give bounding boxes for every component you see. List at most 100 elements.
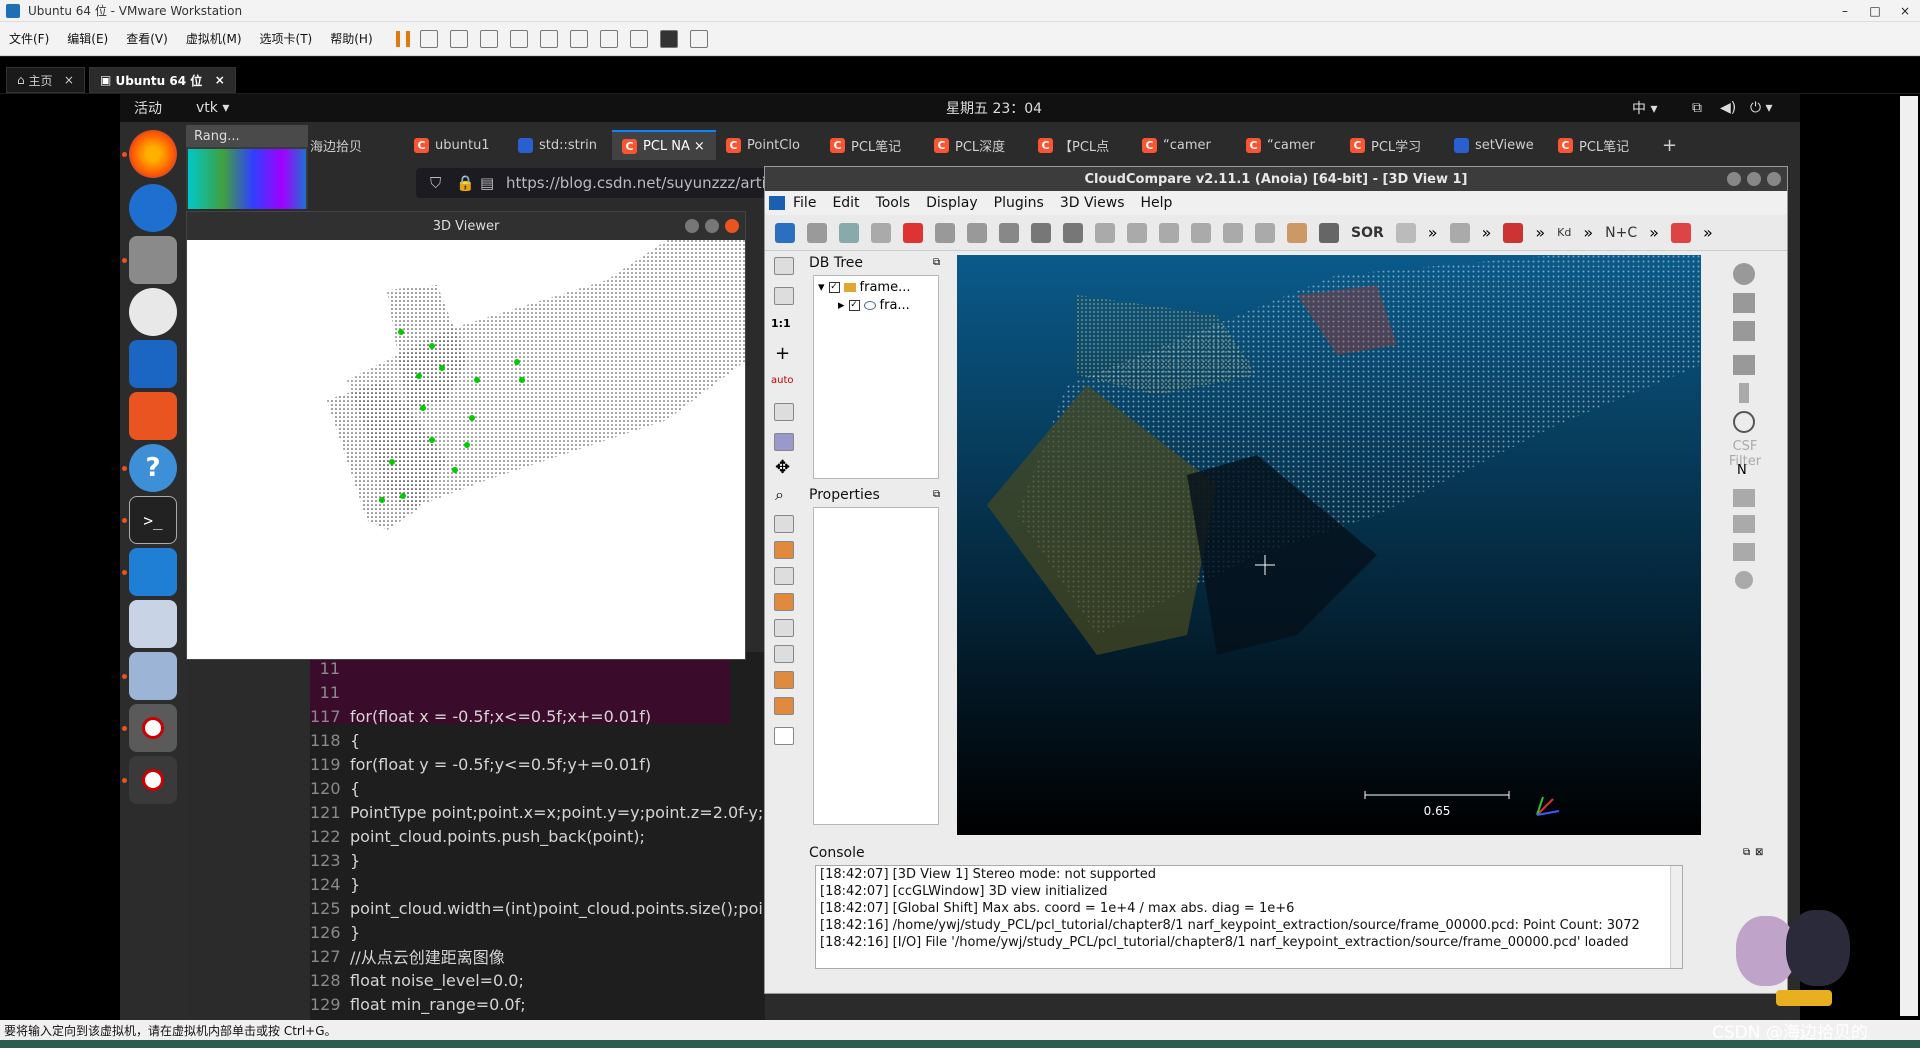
view-front-icon[interactable] — [774, 541, 794, 559]
hpr-plugin-icon[interactable] — [1733, 489, 1755, 507]
new-tab-button[interactable]: + — [1652, 130, 1692, 160]
sf-icon[interactable] — [1670, 222, 1691, 243]
plugin-icon[interactable] — [1733, 293, 1755, 313]
code-line[interactable]: 120 { — [310, 776, 360, 800]
rotate-icon[interactable] — [774, 403, 794, 421]
visibility-checkbox[interactable]: ✓ — [828, 282, 840, 293]
poisson-icon[interactable] — [1735, 571, 1753, 589]
browser-tab[interactable]: C 【PCL点 — [1028, 130, 1132, 160]
db-tree-item[interactable]: ▸ ✓ fra... — [838, 298, 910, 313]
view-left-icon[interactable] — [774, 567, 794, 585]
browser-tab[interactable]: C PCL学习 — [1340, 130, 1444, 160]
code-line[interactable]: 118 { — [310, 728, 360, 752]
zoom-1to1-icon[interactable]: 1:1 — [771, 317, 791, 330]
cc-menu-help[interactable]: Help — [1132, 195, 1180, 211]
help-icon[interactable]: ? — [129, 444, 177, 492]
measure-icon[interactable] — [1395, 222, 1416, 243]
software-center-icon[interactable] — [129, 392, 177, 440]
code-line[interactable]: 128 float noise_level=0.0; — [310, 968, 524, 992]
volume-icon[interactable]: ◀) — [1720, 100, 1736, 116]
point-cloud-canvas[interactable] — [187, 240, 745, 659]
clock[interactable]: 星期五 23：04 — [946, 98, 1042, 118]
code-line[interactable]: 117 for(float x = -0.5f;x<=0.5f;x+=0.01f) — [310, 704, 651, 728]
browser-tab[interactable]: std::strin — [508, 130, 612, 160]
menu-tabs[interactable]: 选项卡(T) — [251, 30, 322, 47]
north-icon[interactable]: N — [1737, 463, 1747, 478]
view-bottom-icon[interactable] — [774, 619, 794, 637]
db-tree-panel[interactable]: ▾ ✓ frame... ▸ ✓ fra... — [813, 275, 939, 479]
stereo-icon[interactable] — [774, 727, 794, 745]
browser-tab[interactable]: C PCL笔记 — [820, 130, 924, 160]
align-icon[interactable] — [967, 222, 987, 243]
files-icon[interactable] — [129, 236, 177, 284]
send-keys-icon[interactable] — [419, 29, 438, 48]
iso-front-icon[interactable] — [774, 671, 794, 689]
shield-icon[interactable]: ⛉ — [430, 174, 441, 192]
browser-tab[interactable]: C “camer — [1132, 130, 1236, 160]
zoom-icon[interactable]: ⌕ — [775, 485, 784, 505]
db-tree-item[interactable]: ▾ ✓ frame... — [818, 280, 910, 295]
close-icon[interactable] — [725, 219, 739, 233]
vtk-window-icon[interactable] — [129, 704, 177, 752]
maximize-icon[interactable] — [705, 219, 719, 233]
browser-tab[interactable]: setViewe — [1444, 130, 1548, 160]
fullscreen-icon[interactable] — [599, 29, 618, 48]
kd-icon[interactable]: Kd — [1557, 226, 1571, 239]
tab-home[interactable]: ⌂ 主页 × — [6, 67, 85, 93]
menu-file[interactable]: 文件(F) — [0, 30, 58, 47]
cc-menu-display[interactable]: Display — [918, 195, 986, 211]
cc-menu-plugins[interactable]: Plugins — [986, 195, 1052, 211]
delete-icon[interactable] — [999, 222, 1019, 243]
pivot-icon[interactable]: + — [775, 343, 790, 364]
browser-tab[interactable]: C PointClo — [716, 130, 820, 160]
sor-icon[interactable]: SOR — [1351, 225, 1384, 241]
expand-icon[interactable]: ▸ — [838, 298, 845, 313]
segment-icon[interactable] — [935, 222, 955, 243]
more-icon[interactable]: » — [1535, 223, 1545, 242]
code-line[interactable]: 122 point_cloud.points.push_back(point); — [310, 824, 645, 848]
menu-help[interactable]: 帮助(H) — [321, 30, 381, 47]
camera-icon[interactable] — [774, 287, 794, 305]
libreoffice-writer-icon[interactable] — [129, 340, 177, 388]
panel-float-icon[interactable]: ⧉ — [1743, 847, 1750, 858]
plugin-icon[interactable] — [1739, 383, 1749, 403]
code-line[interactable]: 121 PointType point;point.x=x;point.y=y;p… — [310, 800, 763, 824]
page-info-icon[interactable]: ▤ — [480, 174, 494, 192]
compass-icon[interactable] — [1733, 411, 1755, 433]
console-scrollbar[interactable] — [1670, 866, 1682, 968]
normals-icon[interactable] — [1031, 222, 1051, 243]
code-line[interactable]: 127 //从点云创建距离图像 — [310, 944, 505, 968]
expand-icon[interactable]: ▾ — [818, 280, 825, 295]
minimize-icon[interactable] — [685, 219, 699, 233]
browser-tab[interactable]: C “camer — [1236, 130, 1340, 160]
rhythmbox-icon[interactable] — [129, 288, 177, 336]
url-bar[interactable]: ⛉ 🔒 ▤ https://blog.csdn.net/suyunzzz/art… — [416, 168, 776, 198]
pcv-icon[interactable] — [1733, 543, 1755, 561]
minimize-icon[interactable] — [1727, 172, 1741, 186]
menu-vm[interactable]: 虚拟机(M) — [177, 30, 251, 47]
maximize-button[interactable]: □ — [1860, 4, 1890, 18]
checker-icon[interactable] — [1319, 222, 1339, 243]
plugin-icon[interactable] — [1733, 263, 1755, 285]
cc-label-icon[interactable] — [1255, 222, 1275, 243]
plugin-icon[interactable] — [1733, 321, 1755, 341]
compare-icon[interactable] — [1223, 222, 1243, 243]
vtk-window-2-icon[interactable] — [129, 756, 177, 804]
browser-tab[interactable]: C PCL笔记 — [1548, 130, 1652, 160]
app-menu[interactable]: vtk ▾ — [196, 100, 229, 116]
vscode-icon[interactable] — [129, 548, 177, 596]
library-icon[interactable] — [539, 29, 558, 48]
terminal-icon[interactable]: >_ — [129, 496, 177, 544]
revert-snapshot-icon[interactable] — [479, 29, 498, 48]
ccviewer-icon[interactable] — [129, 652, 177, 700]
cc-menu-tools[interactable]: Tools — [868, 195, 919, 211]
more-icon[interactable]: » — [1428, 223, 1438, 242]
list-icon[interactable] — [871, 222, 891, 243]
plugin-icon[interactable] — [1733, 355, 1755, 375]
cloudcompare-window[interactable]: CloudCompare v2.11.1 (Anoia) [64-bit] - … — [764, 166, 1788, 994]
cross-section-icon[interactable] — [1191, 222, 1211, 243]
histogram-icon[interactable] — [1449, 222, 1470, 243]
m3c2-icon[interactable] — [1733, 515, 1755, 533]
power-icon[interactable]: ⏻ ▾ — [1750, 100, 1773, 116]
tab-close-icon[interactable]: × — [694, 139, 705, 154]
